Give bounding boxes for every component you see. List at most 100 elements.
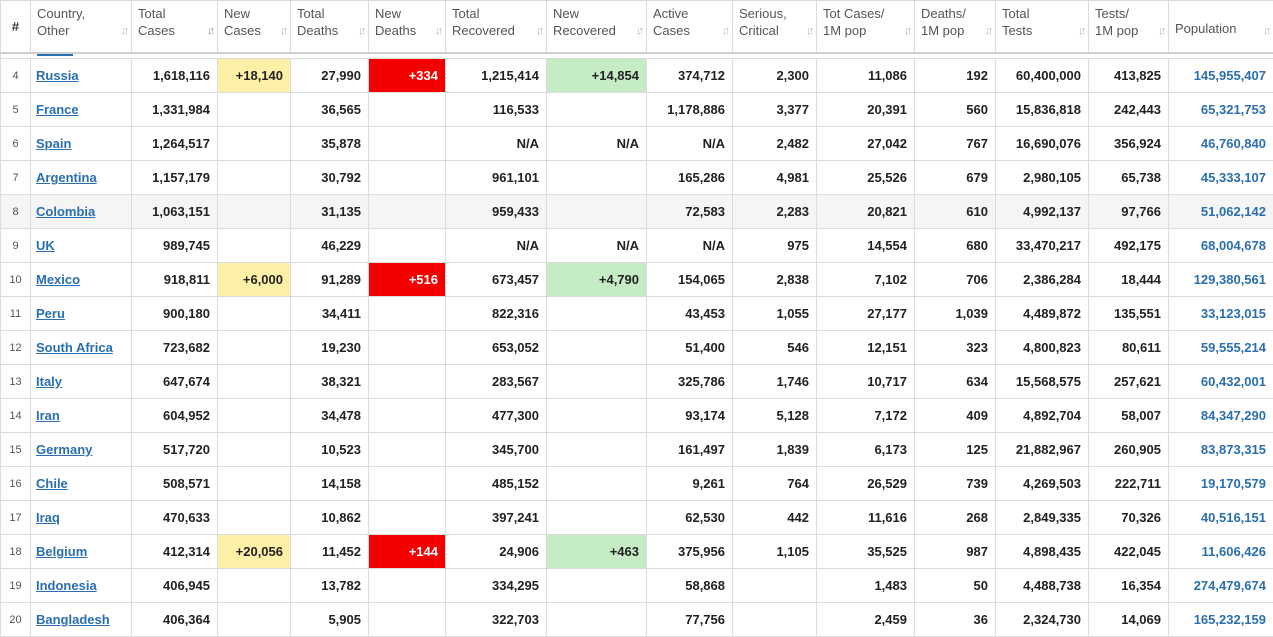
cell-new-deaths bbox=[369, 399, 446, 433]
cell-serious-critical: 546 bbox=[733, 331, 817, 365]
cell-active-cases: 62,530 bbox=[647, 501, 733, 535]
cell-total-recovered: 322,703 bbox=[446, 603, 547, 637]
cell-new-cases bbox=[218, 365, 291, 399]
cell-active-cases: 77,756 bbox=[647, 603, 733, 637]
column-header-total-tests[interactable]: Total Tests↓↑ bbox=[996, 1, 1089, 53]
country-link[interactable]: South Africa bbox=[36, 340, 113, 355]
sort-arrows-icon[interactable]: ↓↑ bbox=[1078, 23, 1083, 40]
column-header-tests-1m[interactable]: Tests/ 1M pop↓↑ bbox=[1089, 1, 1169, 53]
country-link[interactable]: Russia bbox=[36, 68, 79, 83]
sort-arrows-icon[interactable]: ↓↑ bbox=[904, 23, 909, 40]
column-header-label: New Cases bbox=[224, 5, 284, 39]
table-row: 14Iran604,95234,478477,30093,1745,1287,1… bbox=[1, 399, 1273, 433]
sort-arrows-icon[interactable]: ↓↑ bbox=[280, 23, 285, 40]
column-header-new-deaths[interactable]: New Deaths↓↑ bbox=[369, 1, 446, 53]
cell-new-deaths bbox=[369, 229, 446, 263]
cell-rank: 5 bbox=[1, 93, 31, 127]
cell-country: Chile bbox=[31, 467, 132, 501]
cell-active-cases: 51,400 bbox=[647, 331, 733, 365]
cell-serious-critical: 2,283 bbox=[733, 195, 817, 229]
cell-country: Germany bbox=[31, 433, 132, 467]
sort-arrows-icon[interactable]: ↓↑ bbox=[1263, 23, 1268, 40]
column-header-new-cases[interactable]: New Cases↓↑ bbox=[218, 1, 291, 53]
cell-total-tests: 4,898,435 bbox=[996, 535, 1089, 569]
column-header-new-recovered[interactable]: New Recovered↓↑ bbox=[547, 1, 647, 53]
cell-new-deaths bbox=[369, 467, 446, 501]
cell-new-deaths bbox=[369, 195, 446, 229]
cell-deaths-1m: 634 bbox=[915, 365, 996, 399]
cell-new-recovered bbox=[547, 161, 647, 195]
column-header-label: Population bbox=[1175, 20, 1267, 37]
cell-total-tests: 60,400,000 bbox=[996, 59, 1089, 93]
sort-arrows-icon[interactable]: ↓↑ bbox=[536, 23, 541, 40]
country-link[interactable]: France bbox=[36, 102, 79, 117]
cell-total-recovered: 1,215,414 bbox=[446, 59, 547, 93]
sort-arrows-icon[interactable]: ↓↑ bbox=[985, 23, 990, 40]
column-header-rank: # bbox=[1, 1, 31, 53]
cell-country: Italy bbox=[31, 365, 132, 399]
cell-rank: 8 bbox=[1, 195, 31, 229]
sort-arrows-icon[interactable]: ↓↑ bbox=[121, 23, 126, 40]
cell-serious-critical: 1,055 bbox=[733, 297, 817, 331]
sort-arrows-icon[interactable]: ↓↑ bbox=[636, 23, 641, 40]
cell-rank: 15 bbox=[1, 433, 31, 467]
sort-arrows-icon[interactable]: ↓↑ bbox=[806, 23, 811, 40]
country-link[interactable]: UK bbox=[36, 238, 55, 253]
cell-new-cases: +18,140 bbox=[218, 59, 291, 93]
cell-population: 274,479,674 bbox=[1169, 569, 1273, 603]
cell-tests-1m: 413,825 bbox=[1089, 59, 1169, 93]
column-header-total-recovered[interactable]: Total Recovered↓↑ bbox=[446, 1, 547, 53]
column-header-serious-critical[interactable]: Serious, Critical↓↑ bbox=[733, 1, 817, 53]
column-header-population[interactable]: Population↓↑ bbox=[1169, 1, 1273, 53]
cell-deaths-1m: 323 bbox=[915, 331, 996, 365]
country-link[interactable]: Mexico bbox=[36, 272, 80, 287]
cell-new-cases: +6,000 bbox=[218, 263, 291, 297]
country-link[interactable]: Bangladesh bbox=[36, 612, 110, 627]
country-link[interactable]: Argentina bbox=[36, 170, 97, 185]
cell-tot-cases-1m: 11,086 bbox=[817, 59, 915, 93]
country-link[interactable]: Colombia bbox=[36, 204, 95, 219]
table-row: 9UK989,74546,229N/AN/AN/A97514,55468033,… bbox=[1, 229, 1273, 263]
country-link[interactable]: Chile bbox=[36, 476, 68, 491]
country-link[interactable]: Germany bbox=[36, 442, 92, 457]
cell-rank: 17 bbox=[1, 501, 31, 535]
cell-total-cases: 1,264,517 bbox=[132, 127, 218, 161]
sort-arrows-icon[interactable]: ↓↑ bbox=[722, 23, 727, 40]
cell-new-cases bbox=[218, 93, 291, 127]
sort-arrows-icon[interactable]: ↓↑ bbox=[207, 23, 212, 40]
column-header-country[interactable]: Country, Other↓↑ bbox=[31, 1, 132, 53]
cell-active-cases: 72,583 bbox=[647, 195, 733, 229]
cell-deaths-1m: 987 bbox=[915, 535, 996, 569]
country-link[interactable]: Italy bbox=[36, 374, 62, 389]
cell-rank: 16 bbox=[1, 467, 31, 501]
cell-tests-1m: 16,354 bbox=[1089, 569, 1169, 603]
country-link[interactable]: Belgium bbox=[36, 544, 87, 559]
cell-tests-1m: 356,924 bbox=[1089, 127, 1169, 161]
column-header-deaths-1m[interactable]: Deaths/ 1M pop↓↑ bbox=[915, 1, 996, 53]
sort-arrows-icon[interactable]: ↓↑ bbox=[358, 23, 363, 40]
column-header-tot-cases-1m[interactable]: Tot Cases/ 1M pop↓↑ bbox=[817, 1, 915, 53]
country-link[interactable]: Iraq bbox=[36, 510, 60, 525]
cell-new-deaths bbox=[369, 127, 446, 161]
cell-new-deaths bbox=[369, 433, 446, 467]
cell-tot-cases-1m: 7,102 bbox=[817, 263, 915, 297]
table-body: 4Russia1,618,116+18,14027,990+3341,215,4… bbox=[1, 53, 1273, 637]
country-link[interactable]: Indonesia bbox=[36, 578, 97, 593]
cell-population: 68,004,678 bbox=[1169, 229, 1273, 263]
country-link[interactable]: Spain bbox=[36, 136, 71, 151]
column-header-active-cases[interactable]: Active Cases↓↑ bbox=[647, 1, 733, 53]
cell-deaths-1m: 679 bbox=[915, 161, 996, 195]
cell-total-recovered: 822,316 bbox=[446, 297, 547, 331]
cell-serious-critical: 1,105 bbox=[733, 535, 817, 569]
cell-total-deaths: 13,782 bbox=[291, 569, 369, 603]
column-header-total-deaths[interactable]: Total Deaths↓↑ bbox=[291, 1, 369, 53]
country-link[interactable]: Iran bbox=[36, 408, 60, 423]
cell-active-cases: 161,497 bbox=[647, 433, 733, 467]
cell-total-deaths: 34,478 bbox=[291, 399, 369, 433]
sort-arrows-icon[interactable]: ↓↑ bbox=[1158, 23, 1163, 40]
sort-arrows-icon[interactable]: ↓↑ bbox=[435, 23, 440, 40]
column-header-total-cases[interactable]: Total Cases↓↑ bbox=[132, 1, 218, 53]
country-link[interactable]: Peru bbox=[36, 306, 65, 321]
cell-tests-1m: 97,766 bbox=[1089, 195, 1169, 229]
cell-new-deaths: +334 bbox=[369, 59, 446, 93]
